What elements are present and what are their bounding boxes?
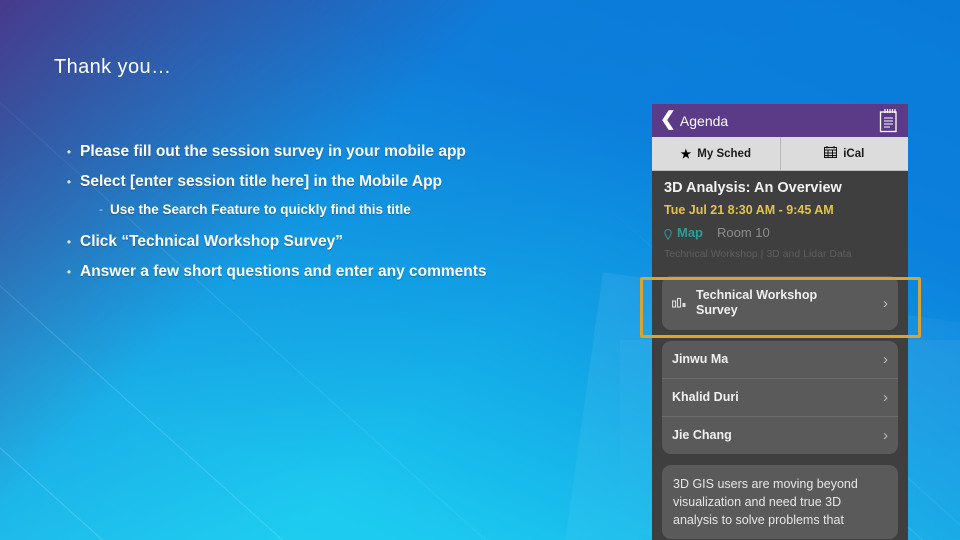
speaker-name: Jie Chang [672,428,732,442]
app-navbar: ❮ Agenda [652,104,908,137]
tab-my-sched[interactable]: ★ My Sched [652,137,780,170]
list-item: • Select [enter session title here] in t… [58,172,638,192]
page-title: Thank you… [54,56,172,78]
table-row[interactable]: Jinwu Ma › [662,341,898,378]
map-pin-icon [664,227,672,241]
table-row[interactable]: Jie Chang › [662,416,898,454]
session-room: Room 10 [717,225,770,240]
list-item: • Answer a few short questions and enter… [58,262,638,282]
list-item: • Please fill out the session survey in … [58,142,638,162]
segmented-control: ★ My Sched iCal [652,137,908,171]
map-link[interactable]: Map [677,225,703,240]
speaker-name: Jinwu Ma [672,352,729,366]
tab-ical[interactable]: iCal [779,137,909,170]
chevron-right-icon: › [883,389,888,406]
mobile-app-screenshot: ❮ Agenda ★ My Sched iCal 3D Analysis: An… [652,104,908,540]
survey-label-line2: Survey [696,303,738,317]
session-time: Tue Jul 21 8:30 AM - 9:45 AM [664,203,834,217]
chevron-right-icon: › [883,427,888,444]
bullet-marker: - [99,204,103,216]
chevron-right-icon: › [883,351,888,368]
bullet-text: Select [enter session title here] in the… [80,173,443,190]
tab-ical-label: iCal [843,147,865,160]
session-detail-list: Technical Workshop Survey › Jinwu Ma › K… [652,266,908,539]
bullet-marker: • [66,265,72,279]
list-item-sub: - Use the Search Feature to quickly find… [92,200,638,220]
speakers-card: Jinwu Ma › Khalid Duri › Jie Chang › [662,341,898,454]
session-title: 3D Analysis: An Overview [664,180,842,196]
chevron-right-icon: › [883,294,888,312]
bullet-text: Answer a few short questions and enter a… [80,263,487,280]
back-button-label[interactable]: Agenda [680,113,728,129]
session-description: 3D GIS users are moving beyond visualiza… [662,465,898,539]
chevron-left-icon[interactable]: ❮ [660,110,676,129]
bullet-marker: • [66,145,72,159]
session-location: Map Room 10 [664,225,896,241]
table-row[interactable]: Khalid Duri › [662,378,898,416]
survey-row[interactable]: Technical Workshop Survey › [662,276,898,330]
bullet-marker: • [66,235,72,249]
survey-row-label: Technical Workshop Survey [694,288,877,318]
session-track: Technical Workshop | 3D and Lidar Data [664,248,852,260]
survey-card: Technical Workshop Survey › [662,276,898,330]
session-header: 3D Analysis: An Overview Tue Jul 21 8:30… [652,171,908,266]
bullet-marker: • [66,175,72,189]
speaker-name: Khalid Duri [672,390,739,404]
list-item: • Click “Technical Workshop Survey” [58,232,638,252]
survey-bars-icon [671,297,687,310]
bullet-text: Please fill out the session survey in yo… [80,143,466,160]
bullet-text: Click “Technical Workshop Survey” [80,233,344,250]
survey-label-line1: Technical Workshop [696,288,818,302]
star-icon: ★ [680,146,692,161]
bullet-list: • Please fill out the session survey in … [58,142,638,292]
bullet-text: Use the Search Feature to quickly find t… [110,202,411,217]
calendar-icon [824,146,838,161]
tab-my-sched-label: My Sched [697,147,751,160]
notepad-icon[interactable] [876,108,900,133]
